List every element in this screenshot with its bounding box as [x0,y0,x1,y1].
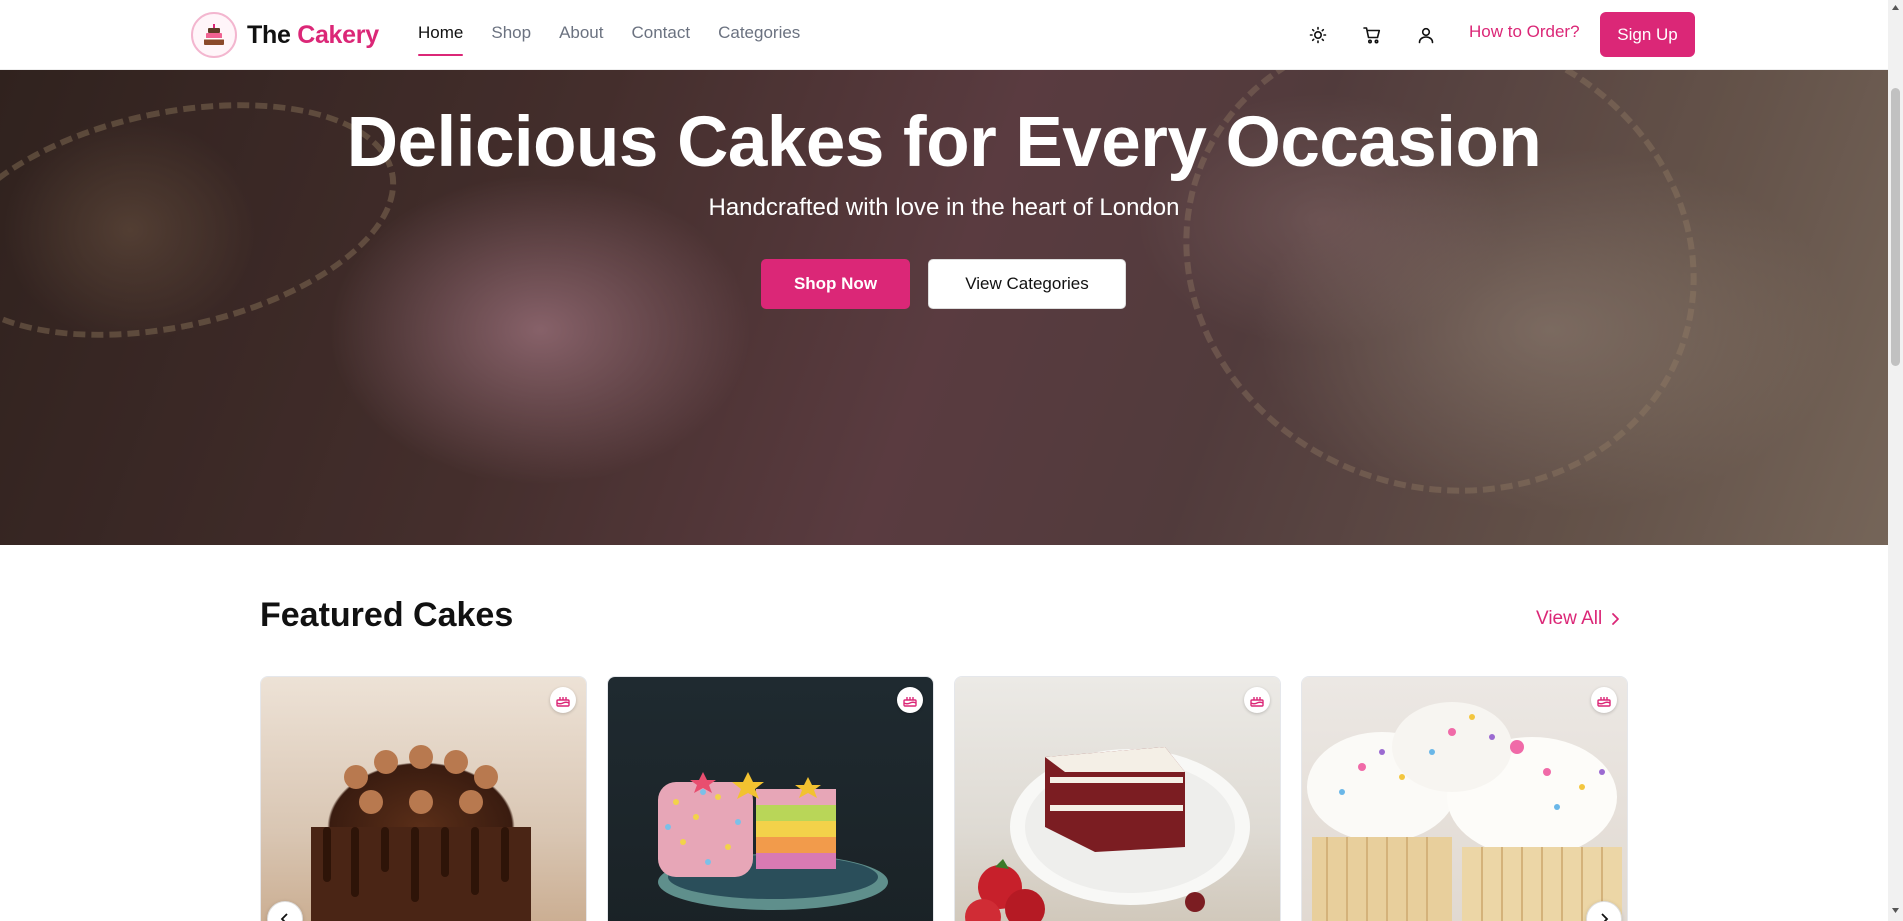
nav-shop[interactable]: Shop [491,0,531,70]
brand-logo[interactable]: The Cakery [191,12,379,58]
cake-card[interactable] [1301,676,1628,921]
cake-card[interactable] [260,676,587,921]
cake-card[interactable] [954,676,1281,921]
cake-icon [1244,687,1270,713]
header-icon-group [1302,19,1442,51]
cart-icon[interactable] [1356,19,1388,51]
nav-contact[interactable]: Contact [632,0,691,70]
cake-card[interactable] [607,676,934,921]
shop-now-button[interactable]: Shop Now [761,259,910,309]
chocolate-drip-cake-image [261,677,586,921]
brand-name: The Cakery [247,21,379,50]
user-icon[interactable] [1410,19,1442,51]
main-nav: Home Shop About Contact Categories [418,0,800,70]
how-to-order-link[interactable]: How to Order? [1469,22,1580,42]
view-all-label: View All [1536,608,1603,629]
page-scrollbar[interactable] [1888,0,1903,921]
red-velvet-slice-image [955,677,1280,921]
nav-categories[interactable]: Categories [718,0,800,70]
nav-home[interactable]: Home [418,0,464,70]
sprinkle-cupcakes-image [1302,677,1627,921]
hero-subtitle: Handcrafted with love in the heart of Lo… [708,194,1180,221]
site-header: The Cakery Home Shop About Contact Categ… [0,0,1888,70]
cake-icon [191,12,237,58]
featured-cake-carousel [260,676,1628,921]
scroll-up-icon[interactable] [1891,3,1900,12]
view-categories-button[interactable]: View Categories [928,259,1126,309]
featured-title: Featured Cakes [260,596,514,634]
nav-about[interactable]: About [559,0,603,70]
hero-actions: Shop Now View Categories [761,259,1126,309]
cake-icon [550,687,576,713]
hero-banner: Delicious Cakes for Every Occasion Handc… [0,70,1888,545]
cake-icon [897,687,923,713]
brand-accent: Cakery [297,20,379,49]
view-all-link[interactable]: View All [1536,608,1620,630]
cake-icon [1591,687,1617,713]
sign-up-button[interactable]: Sign Up [1600,12,1695,57]
scrollbar-thumb[interactable] [1891,88,1900,366]
sun-icon[interactable] [1302,19,1334,51]
chevron-right-icon [1612,613,1620,625]
chevron-left-icon [280,913,288,921]
brand-prefix: The [247,20,291,49]
hero-title: Delicious Cakes for Every Occasion [346,103,1542,182]
rainbow-sprinkle-cake-image [608,677,933,921]
chevron-right-icon [1601,913,1609,921]
scroll-down-icon[interactable] [1891,906,1900,915]
